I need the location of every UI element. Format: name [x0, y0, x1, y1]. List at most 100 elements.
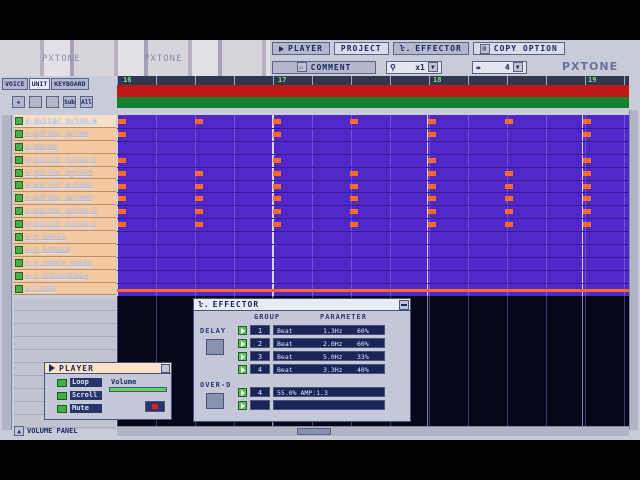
unit-row[interactable]: u-guitar_nylon-m — [14, 115, 116, 128]
volume-panel-toggle[interactable]: ▲ VOLUME PANEL — [14, 426, 78, 436]
unit-row[interactable]: u-p_bass2 — [14, 231, 116, 244]
note-event[interactable] — [505, 196, 513, 201]
note-event[interactable] — [195, 171, 203, 176]
measure-ruler[interactable]: 16 17 18 19 — [117, 76, 629, 85]
group-field[interactable]: 1 — [250, 325, 270, 335]
unit-led-icon[interactable] — [15, 116, 23, 125]
note-event[interactable] — [118, 222, 126, 227]
unit-row[interactable]: u-guitar_nylon2 — [14, 179, 116, 193]
parameter-field[interactable]: Beat 5.0Hz 33% — [273, 351, 385, 361]
note-event[interactable] — [195, 222, 203, 227]
note-grid[interactable] — [117, 115, 629, 296]
note-event[interactable] — [118, 196, 126, 201]
unit-led-icon[interactable] — [15, 142, 23, 151]
note-event[interactable] — [118, 171, 126, 176]
note-event[interactable] — [428, 209, 436, 214]
parameter-field[interactable]: Beat 1.3Hz 60% — [273, 325, 385, 335]
parameter-field[interactable] — [273, 400, 385, 410]
note-event[interactable] — [583, 184, 591, 189]
note-event[interactable] — [583, 196, 591, 201]
close-icon[interactable] — [399, 300, 409, 310]
effector-title-bar[interactable]: ŀ. EFFECTOR — [194, 299, 410, 311]
unit-row[interactable]: u-bass8 — [14, 140, 116, 154]
unit-led-icon[interactable] — [15, 220, 23, 229]
note-event[interactable] — [273, 196, 281, 201]
note-event[interactable] — [350, 171, 358, 176]
tab-effector[interactable]: ŀ. EFFECTOR — [392, 42, 469, 55]
unit-led-icon[interactable] — [15, 168, 23, 177]
unit-led-icon[interactable] — [15, 207, 23, 216]
unit-led-icon[interactable] — [15, 258, 23, 267]
note-event[interactable] — [428, 132, 436, 137]
tab-copy-option[interactable]: ▤ COPY OPTION — [472, 42, 565, 55]
tempo-track[interactable] — [117, 85, 629, 97]
unit-row[interactable]: u-p_hihatd — [14, 243, 116, 257]
note-event[interactable] — [505, 209, 513, 214]
note-event[interactable] — [273, 222, 281, 227]
tab-player[interactable]: PLAYER — [272, 42, 330, 55]
group-field[interactable]: 4 — [250, 387, 270, 397]
chevron-down-icon[interactable]: ▼ — [427, 62, 438, 72]
tab-voice[interactable]: VOICE — [2, 78, 28, 90]
volume-slider[interactable] — [109, 387, 167, 392]
note-event[interactable] — [583, 209, 591, 214]
blank-tool-button[interactable] — [46, 96, 59, 108]
player-title-bar[interactable]: PLAYER — [45, 363, 171, 374]
close-icon[interactable] — [161, 364, 170, 373]
play-icon[interactable] — [238, 338, 247, 348]
play-icon[interactable] — [238, 325, 247, 335]
group-field[interactable]: 4 — [250, 364, 270, 374]
scroll-thumb[interactable] — [297, 428, 331, 435]
note-event[interactable] — [118, 209, 126, 214]
note-event[interactable] — [273, 119, 281, 124]
parameter-field[interactable]: Beat 2.0Hz 60% — [273, 338, 385, 348]
note-event[interactable] — [118, 184, 126, 189]
note-event[interactable] — [273, 158, 281, 163]
note-event[interactable] — [350, 209, 358, 214]
snap-selector[interactable]: ⇹ 4 ▼ — [471, 60, 527, 74]
group-field[interactable]: 3 — [250, 351, 270, 361]
mute-toggle[interactable]: Mute — [57, 404, 102, 413]
chevron-down-icon[interactable]: ▼ — [512, 62, 523, 72]
note-event[interactable] — [195, 209, 203, 214]
unit-led-icon[interactable] — [15, 129, 23, 138]
tab-keyboard[interactable]: KEYBOARD — [51, 78, 89, 90]
tab-unit[interactable]: UNIT — [28, 78, 51, 90]
group-field[interactable]: 2 — [250, 338, 270, 348]
zoom-selector[interactable]: ⚲ x1 ▼ — [386, 60, 442, 74]
note-event[interactable] — [428, 184, 436, 189]
note-event[interactable] — [505, 171, 513, 176]
unit-led-icon[interactable] — [15, 284, 23, 293]
blank-tool-button[interactable] — [29, 96, 42, 108]
unit-led-icon[interactable] — [15, 155, 23, 164]
note-event[interactable] — [117, 289, 629, 292]
unit-row[interactable]: u-guitar_nylon-2 — [14, 205, 116, 219]
note-event[interactable] — [350, 222, 358, 227]
note-event[interactable] — [583, 119, 591, 124]
note-event[interactable] — [428, 119, 436, 124]
unit-row[interactable]: u-guitar_nylon2 — [14, 166, 116, 180]
unit-led-icon[interactable] — [15, 232, 23, 241]
note-event[interactable] — [195, 184, 203, 189]
note-event[interactable] — [583, 222, 591, 227]
group-field[interactable] — [250, 400, 270, 410]
loop-toggle[interactable]: Loop — [57, 378, 102, 387]
note-event[interactable] — [195, 119, 203, 124]
note-event[interactable] — [118, 119, 126, 124]
parameter-field[interactable]: Beat 3.3Hz 40% — [273, 364, 385, 374]
note-event[interactable] — [118, 158, 126, 163]
note-event[interactable] — [428, 158, 436, 163]
note-event[interactable] — [428, 222, 436, 227]
note-event[interactable] — [273, 184, 281, 189]
scroll-toggle[interactable]: Scroll — [57, 391, 102, 400]
unit-row[interactable]: u-p_hihatd1big — [14, 269, 116, 283]
note-event[interactable] — [505, 222, 513, 227]
unit-row[interactable]: u-guitar_nylon — [14, 127, 116, 141]
note-event[interactable] — [583, 158, 591, 163]
note-event[interactable] — [583, 171, 591, 176]
unit-row[interactable]: u-guitar_nylon-2 — [14, 153, 116, 167]
unit-row[interactable]: u-tvohl — [14, 282, 116, 296]
note-event[interactable] — [350, 119, 358, 124]
unit-row[interactable]: u-guitar_nylon2 — [14, 192, 116, 206]
note-event[interactable] — [428, 171, 436, 176]
